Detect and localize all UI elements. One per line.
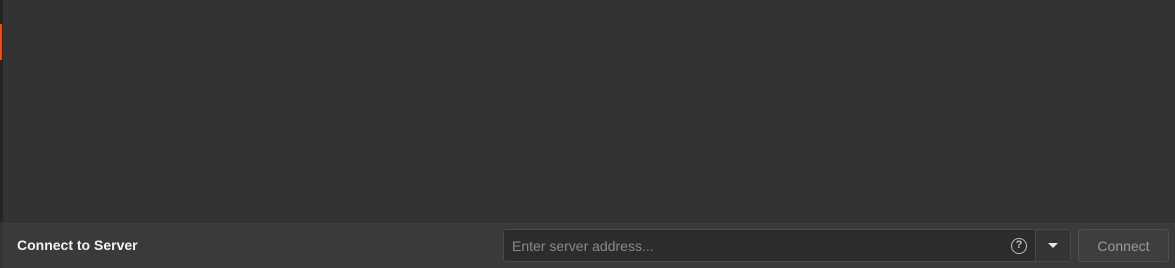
main-content-area — [3, 0, 1175, 221]
help-icon[interactable]: ? — [1011, 237, 1027, 254]
connect-button[interactable]: Connect — [1078, 229, 1169, 262]
connect-bar: Connect to Server ? Connect — [3, 221, 1175, 268]
app-window: Connect to Server ? Connect — [0, 0, 1175, 268]
server-history-dropdown-button[interactable] — [1036, 230, 1070, 261]
connect-bar-title: Connect to Server — [17, 237, 138, 253]
active-item-marker — [0, 24, 2, 60]
server-address-input[interactable] — [504, 230, 1011, 261]
caret-down-icon — [1048, 243, 1058, 248]
server-address-box: ? — [503, 229, 1071, 262]
